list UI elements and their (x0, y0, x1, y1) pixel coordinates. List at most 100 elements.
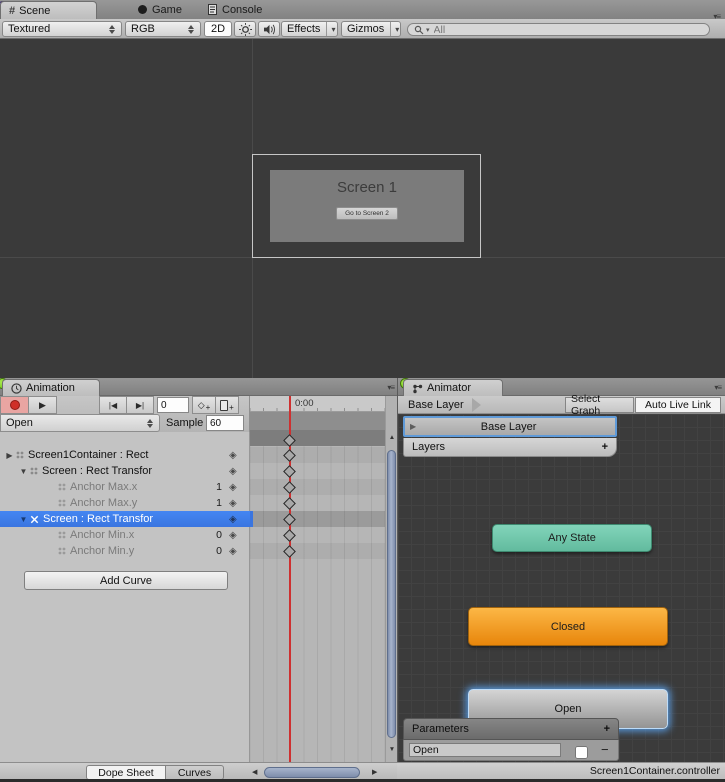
last-frame-button[interactable]: ▶| (126, 396, 154, 414)
horizontal-scrollbar-thumb[interactable] (264, 767, 360, 778)
keyframe-diamond-icon[interactable]: ◈ (229, 450, 237, 461)
add-event-button[interactable]: + (215, 396, 239, 414)
rect-transform-icon (57, 546, 67, 556)
tab-scene[interactable]: # Scene (0, 1, 97, 19)
select-graph-button[interactable]: Select Graph (565, 397, 634, 413)
render-mode-label: RGB (131, 23, 155, 35)
animation-panel: Animation ▾≡ ▶ |◀ ▶| ◇+ + Open Sample (0, 378, 397, 782)
status-bar: Screen1Container.controller (397, 762, 725, 779)
tab-game-label: Game (152, 4, 182, 16)
gizmos-label: Gizmos (347, 23, 384, 35)
property-label: Anchor Max.y (70, 497, 137, 509)
clip-dropdown[interactable]: Open (0, 414, 160, 432)
gizmos-dropdown[interactable]: Gizmos ▾ (341, 21, 401, 37)
dope-sheet-tab[interactable]: Dope Sheet (86, 765, 166, 780)
keyframe-diamond-icon[interactable]: ◈ (229, 482, 237, 493)
property-label: Anchor Min.y (70, 545, 134, 557)
ruler-time-label: 0:00 (295, 398, 314, 409)
state-machine-grid[interactable]: Any State Closed Open (398, 414, 725, 762)
unity-editor: # Scene Game Console ▾≡ Textured RGB 2D (0, 0, 725, 782)
vertical-scrollbar[interactable]: ▲ ▼ (385, 396, 397, 762)
effects-dropdown[interactable]: Effects ▾ (281, 21, 338, 37)
scene-search[interactable]: ▾ (407, 23, 710, 36)
tab-animator-label: Animator (427, 382, 471, 394)
dope-sheet-selected-row (250, 511, 385, 527)
state-closed[interactable]: Closed (468, 607, 668, 646)
render-mode-dropdown[interactable]: RGB (125, 21, 201, 37)
foldout-closed-icon[interactable]: ▶ (4, 451, 15, 460)
frame-field[interactable] (157, 397, 189, 413)
breadcrumb[interactable]: Base Layer (400, 396, 472, 414)
parameters-title: Parameters (412, 723, 469, 735)
keyframe-diamond-icon[interactable]: ◈ (229, 546, 237, 557)
auto-live-link-button[interactable]: Auto Live Link (635, 397, 721, 413)
tab-console[interactable]: Console (208, 0, 262, 19)
layer-item-base-layer[interactable]: ▶ Base Layer (403, 416, 617, 437)
keyframe-diamond-icon[interactable]: ◈ (229, 530, 237, 541)
search-caret-icon: ▾ (426, 26, 430, 34)
add-parameter-button[interactable]: + (604, 723, 610, 735)
chevron-down-icon: ▾ (390, 22, 399, 36)
screen1-panel[interactable]: Screen 1 Go to Screen 2 (270, 170, 464, 242)
sample-field[interactable] (206, 415, 244, 431)
animation-panel-menu-icon[interactable]: ▾≡ (387, 384, 394, 392)
tab-console-label: Console (222, 4, 262, 16)
lighting-toggle[interactable] (234, 21, 256, 37)
timeline-ruler[interactable]: 0:00 (250, 396, 385, 412)
tab-animation[interactable]: Animation (2, 379, 100, 396)
foldout-open-icon[interactable]: ▼ (18, 467, 29, 476)
scroll-left-icon[interactable]: ◀ (252, 768, 257, 776)
property-row[interactable]: ▼ Screen : Rect Transfor ◈ (0, 463, 250, 479)
add-keyframe-button[interactable]: ◇+ (192, 396, 216, 414)
first-frame-button[interactable]: |◀ (99, 396, 127, 414)
property-row[interactable]: Anchor Max.x 1 ◈ (0, 479, 250, 495)
sun-icon (239, 23, 252, 36)
parameter-row: − (403, 740, 619, 761)
scroll-right-icon[interactable]: ▶ (372, 768, 377, 776)
property-row[interactable]: Anchor Min.x 0 ◈ (0, 527, 250, 543)
effects-label: Effects (287, 23, 320, 35)
vertical-scrollbar-thumb[interactable] (387, 450, 396, 738)
state-any-state[interactable]: Any State (492, 524, 652, 552)
add-layer-button[interactable]: + (602, 441, 608, 453)
tab-animator[interactable]: Animator (403, 379, 503, 396)
search-input[interactable] (432, 23, 676, 37)
record-button[interactable] (0, 396, 29, 414)
property-row[interactable]: ▶ Screen1Container : Rect ◈ (0, 447, 250, 463)
breadcrumb-label: Base Layer (408, 399, 464, 411)
add-curve-button[interactable]: Add Curve (24, 571, 228, 590)
dope-sheet-timeline[interactable]: 0:00 (250, 396, 385, 762)
rect-transform-icon (57, 498, 67, 508)
property-label: Anchor Max.x (70, 481, 137, 493)
parameter-bool-checkbox[interactable] (575, 746, 588, 759)
rect-transform-icon (15, 450, 25, 460)
2d-toggle[interactable]: 2D (204, 21, 232, 37)
property-row[interactable]: Anchor Max.y 1 ◈ (0, 495, 250, 511)
clock-icon (11, 383, 22, 394)
tab-game[interactable]: Game (138, 0, 182, 19)
keyframe-diamond-icon[interactable]: ◈ (229, 466, 237, 477)
rect-transform-icon (29, 466, 39, 476)
screen1-title: Screen 1 (270, 179, 464, 196)
animator-panel-menu-icon[interactable]: ▾≡ (714, 384, 721, 392)
remove-parameter-button[interactable]: − (601, 742, 609, 757)
keyframe-diamond-icon[interactable]: ◈ (229, 498, 237, 509)
animator-tabbar: Animator ▾≡ (398, 378, 725, 396)
audio-toggle[interactable] (258, 21, 280, 37)
property-row[interactable]: Anchor Min.y 0 ◈ (0, 543, 250, 559)
goto-screen2-button[interactable]: Go to Screen 2 (336, 207, 398, 220)
dope-sheet-master-row (250, 412, 385, 446)
record-icon (10, 400, 20, 410)
draw-mode-dropdown[interactable]: Textured (2, 21, 122, 37)
animator-breadcrumb-bar: Base Layer Select Graph Auto Live Link (398, 396, 725, 414)
step-back-icon: |◀ (109, 401, 117, 410)
keyframe-diamond-icon[interactable]: ◈ (229, 514, 237, 525)
draw-mode-label: Textured (8, 23, 50, 35)
rect-transform-icon (57, 482, 67, 492)
curves-tab[interactable]: Curves (165, 765, 224, 780)
foldout-open-icon[interactable]: ▼ (18, 515, 29, 524)
property-row-selected[interactable]: ▼ Screen : Rect Transfor ◈ (0, 511, 250, 527)
play-button[interactable]: ▶ (28, 396, 57, 414)
scene-view[interactable]: Screen 1 Go to Screen 2 (0, 39, 725, 378)
parameter-name-field[interactable] (409, 743, 561, 757)
